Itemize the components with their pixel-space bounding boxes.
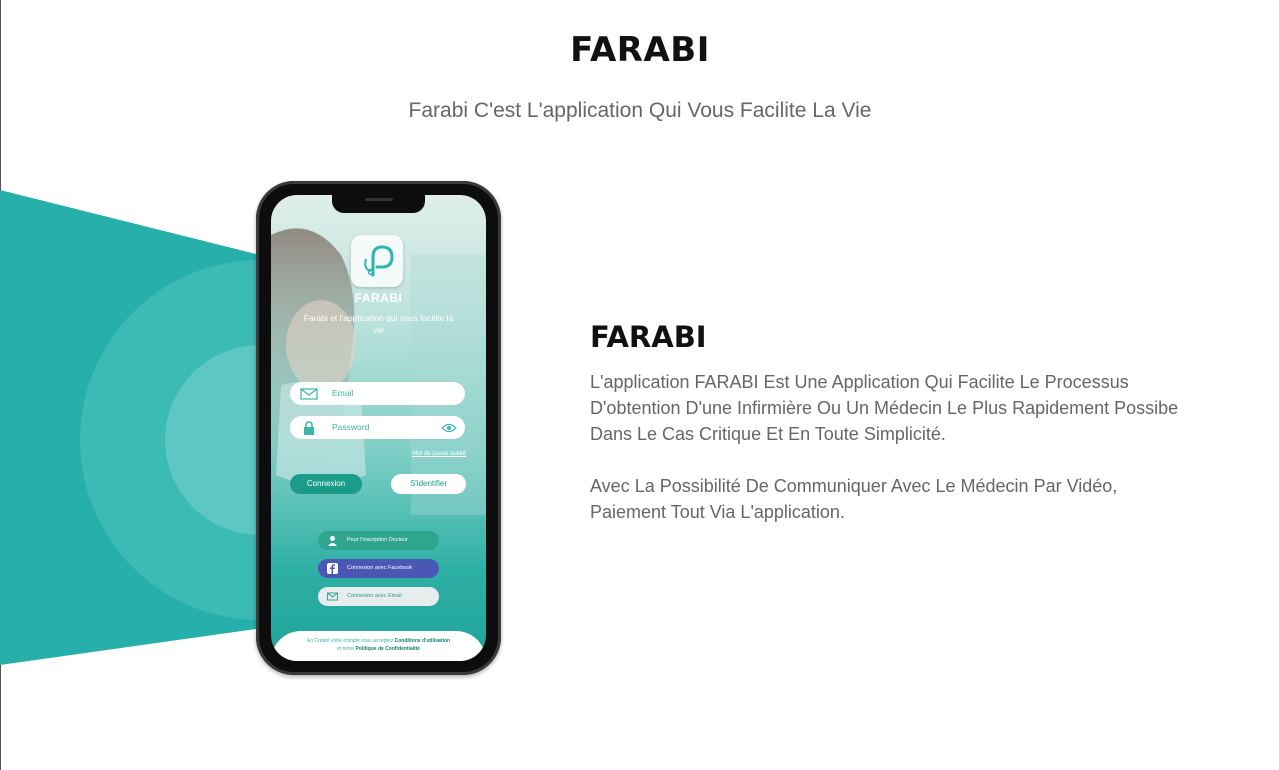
app-tagline: Farabi et l'application qui vous facilit… <box>303 313 454 335</box>
login-button[interactable]: Connexion <box>290 474 362 494</box>
legal-prefix: En Créant votre compte vous acceptez <box>307 638 394 644</box>
legal-notice: En Créant votre compte vous acceptez Con… <box>271 631 486 661</box>
terms-link[interactable]: Conditions d'utilisation <box>395 638 450 644</box>
signup-button[interactable]: S'identifier <box>391 474 466 494</box>
app-name: FARABI <box>354 291 403 305</box>
email-placeholder: Email <box>332 388 354 398</box>
lock-icon <box>304 421 314 435</box>
password-field[interactable]: Password <box>290 416 465 439</box>
phone-screen: FARABI Farabi et l'application qui vous … <box>271 195 486 661</box>
page-subtitle: Farabi C'est L'application Qui Vous Faci… <box>408 99 872 122</box>
doctor-signup-label: Pour l'inscription Docteur <box>347 537 408 543</box>
mail-icon <box>327 592 338 601</box>
description-paragraph: L'application FARABI Est Une Application… <box>590 372 1179 444</box>
section-heading: FARABI <box>590 320 707 354</box>
mail-icon <box>300 388 318 400</box>
email-login-button[interactable]: Connexion avec Email <box>318 587 439 606</box>
facebook-login-label: Connexion avec Facebook <box>347 565 413 571</box>
features-paragraph: Avec La Possibilité De Communiquer Avec … <box>590 476 1118 522</box>
password-placeholder: Password <box>332 422 370 432</box>
phone-notch <box>332 195 425 213</box>
page-title: FARABI <box>570 30 710 70</box>
facebook-icon <box>327 563 338 574</box>
doctor-signup-button[interactable]: Pour l'inscription Docteur <box>318 531 439 550</box>
email-login-label: Connexion avec Email <box>347 593 402 599</box>
forgot-password-link[interactable]: Mot de passe oublié <box>412 451 466 457</box>
phone-mockup: FARABI Farabi et l'application qui vous … <box>256 181 501 675</box>
facebook-login-button[interactable]: Connexion avec Facebook <box>318 559 439 578</box>
doctor-icon <box>328 536 337 546</box>
legal-mid: et notre <box>337 646 355 652</box>
email-field[interactable]: Email <box>290 382 465 405</box>
app-logo-icon <box>351 235 403 287</box>
eye-icon[interactable] <box>441 421 457 435</box>
privacy-link[interactable]: Politique de Confidentialité <box>355 646 419 652</box>
